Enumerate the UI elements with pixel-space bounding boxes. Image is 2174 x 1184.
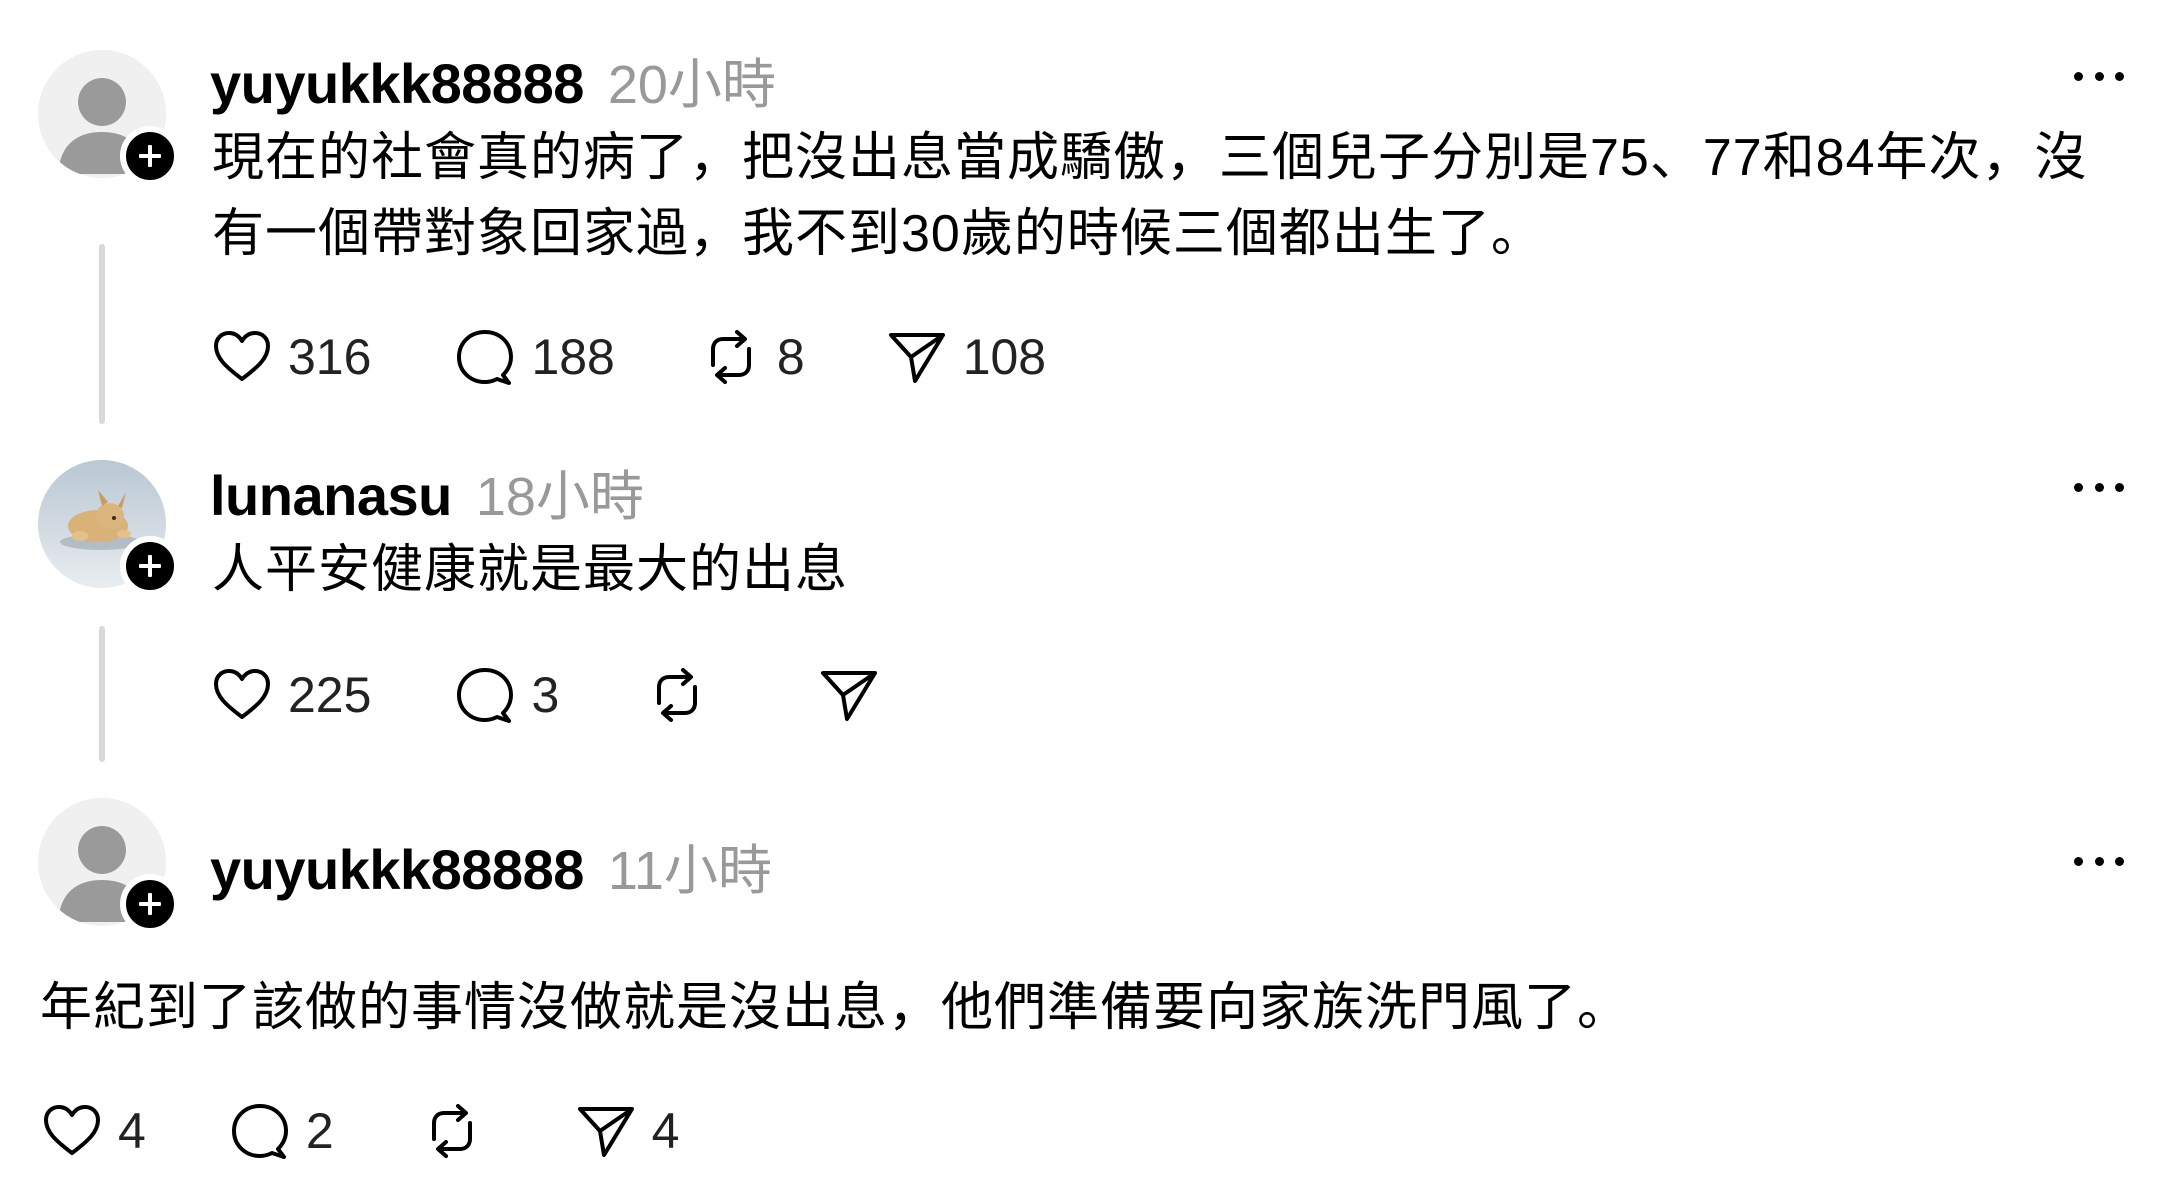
like-button[interactable]: 4 (40, 1099, 146, 1163)
share-button[interactable] (817, 663, 881, 727)
post-text: 現在的社會真的病了，把沒出息當成驕傲，三個兒子分別是75、77和84年次，沒 有… (212, 120, 2132, 272)
like-button[interactable]: 316 (210, 325, 371, 389)
comment-button[interactable]: 2 (228, 1099, 334, 1163)
avatar[interactable] (38, 798, 180, 934)
post-header: yuyukkk88888 20小時 (210, 40, 776, 119)
like-button[interactable]: 225 (210, 663, 371, 727)
like-count: 225 (288, 667, 372, 723)
post-text: 年紀到了該做的事情沒做就是沒出息，他們準備要向家族洗門風了。 (40, 970, 2130, 1046)
more-icon[interactable] (2074, 70, 2124, 82)
more-icon[interactable] (2074, 855, 2124, 867)
action-bar: 316 188 8 108 (210, 322, 1046, 392)
comment-count: 3 (531, 667, 560, 723)
comment-button[interactable]: 188 (453, 325, 615, 389)
share-icon (821, 671, 878, 721)
comment-icon (457, 668, 514, 723)
thread-line (99, 244, 105, 424)
like-count: 316 (288, 329, 372, 385)
comment-icon (457, 330, 514, 385)
action-bar: 4 2 4 (40, 1096, 679, 1166)
repost-button[interactable]: 8 (699, 325, 805, 389)
username[interactable]: lunanasu (210, 463, 452, 528)
repost-icon (431, 1104, 472, 1158)
repost-icon (657, 668, 698, 722)
share-icon (577, 1107, 634, 1157)
comment-count: 2 (305, 1103, 334, 1159)
post-text-line: 人平安健康就是最大的出息 (212, 541, 849, 599)
timestamp[interactable]: 18小時 (476, 452, 644, 531)
avatar[interactable] (38, 50, 180, 186)
follow-button[interactable] (120, 536, 180, 596)
username[interactable]: yuyukkk88888 (210, 51, 584, 116)
share-button[interactable]: 108 (885, 325, 1046, 389)
timestamp[interactable]: 11小時 (608, 826, 772, 905)
repost-button[interactable] (645, 663, 709, 727)
follow-button[interactable] (120, 874, 180, 934)
post-header: yuyukkk88888 11小時 (210, 826, 772, 905)
share-count: 108 (962, 329, 1047, 385)
like-count: 4 (118, 1103, 146, 1159)
post-text-line: 有一個帶對象回家過，我不到30歲的時候三個都出生了。 (212, 205, 1544, 263)
repost-icon (710, 330, 751, 384)
comment-button[interactable]: 3 (453, 663, 559, 727)
plus-icon (139, 145, 161, 167)
post-text-line: 年紀到了該做的事情沒做就是沒出息，他們準備要向家族洗門風了。 (40, 979, 1631, 1037)
comment-icon (231, 1104, 288, 1159)
post-text-line: 現在的社會真的病了，把沒出息當成驕傲，三個兒子分別是75、77和84年次，沒 (212, 129, 2088, 187)
plus-icon (139, 555, 161, 577)
timestamp[interactable]: 20小時 (608, 40, 776, 119)
heart-icon (44, 1105, 100, 1155)
post-text: 人平安健康就是最大的出息 (212, 532, 2132, 608)
username[interactable]: yuyukkk88888 (210, 837, 584, 902)
heart-icon (214, 331, 270, 381)
comment-count: 188 (531, 329, 615, 385)
share-icon (888, 333, 945, 383)
heart-icon (214, 669, 270, 719)
follow-button[interactable] (120, 126, 180, 186)
plus-icon (139, 893, 161, 915)
more-icon[interactable] (2074, 481, 2124, 493)
repost-count: 8 (776, 329, 805, 385)
post-header: lunanasu 18小時 (210, 452, 644, 531)
action-bar: 225 3 (210, 660, 881, 730)
repost-button[interactable] (420, 1099, 484, 1163)
avatar[interactable] (38, 460, 180, 596)
share-count: 4 (651, 1103, 680, 1159)
thread-line (99, 626, 105, 762)
share-button[interactable]: 4 (574, 1099, 680, 1163)
